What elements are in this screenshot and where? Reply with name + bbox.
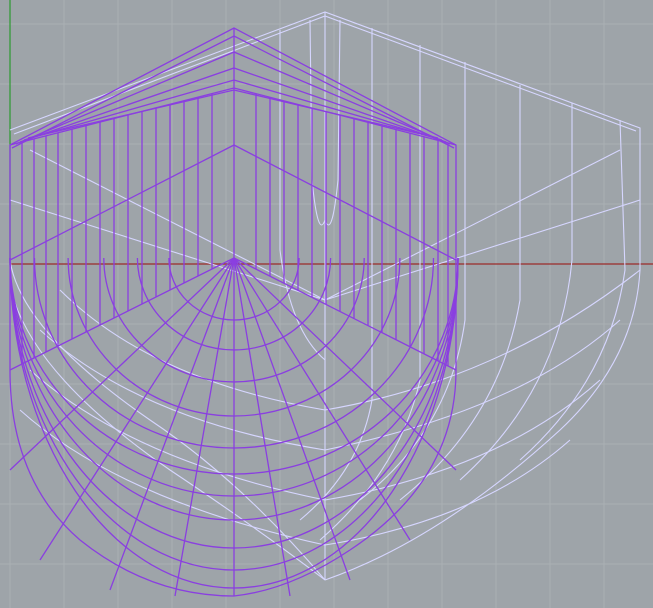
perspective-viewport[interactable] <box>0 0 653 608</box>
viewport-canvas[interactable] <box>0 0 653 608</box>
